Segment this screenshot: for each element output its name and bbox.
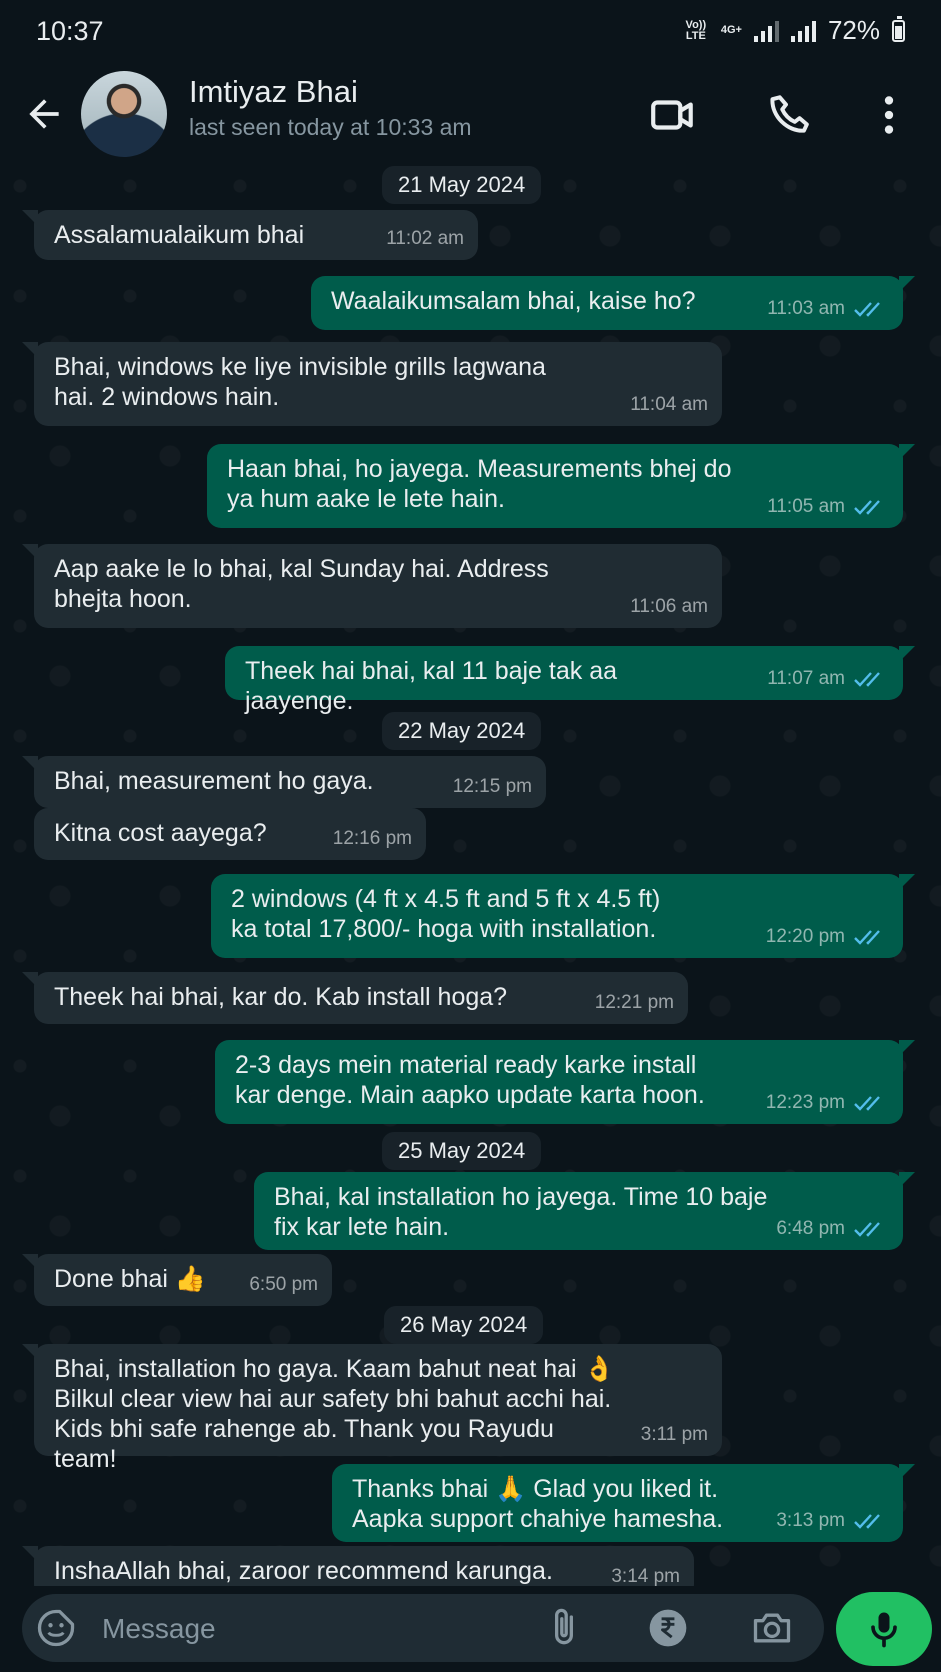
message-time: 12:15 pm xyxy=(452,776,532,797)
message-meta: 6:48 pm xyxy=(776,1214,889,1244)
double-tick-icon xyxy=(854,302,880,317)
message-time: 11:06 am xyxy=(630,596,708,617)
message-outgoing[interactable]: Thanks bhai 🙏 Glad you liked it. Aapka s… xyxy=(332,1464,915,1542)
message-time: 6:50 pm xyxy=(249,1274,318,1295)
signal-icon xyxy=(753,20,779,42)
message-incoming[interactable]: Assalamualaikum bhai 11:02 am xyxy=(22,210,478,260)
status-bar: 10:37 Vo)) LTE 4G+ 72% xyxy=(0,0,941,62)
composer-bar xyxy=(0,1586,941,1672)
double-tick-icon xyxy=(854,500,880,515)
date-chip: 21 May 2024 xyxy=(382,166,542,204)
double-tick-icon xyxy=(854,930,880,945)
message-box[interactable] xyxy=(22,1594,824,1662)
message-meta: 12:21 pm xyxy=(595,988,674,1018)
message-incoming[interactable]: Bhai, installation ho gaya. Kaam bahut n… xyxy=(22,1344,722,1473)
message-time: 12:21 pm xyxy=(594,992,674,1013)
phone-icon[interactable] xyxy=(766,90,816,140)
contact-name[interactable]: Imtiyaz Bhai xyxy=(189,74,358,110)
message-meta: 11:04 am xyxy=(630,390,708,420)
message-meta: 12:15 pm xyxy=(453,772,532,802)
message-meta: 11:02 am xyxy=(386,224,464,254)
last-seen-status: last seen today at 10:33 am xyxy=(189,114,472,140)
date-chip: 22 May 2024 xyxy=(382,712,542,750)
battery-percent: 72% xyxy=(827,15,880,45)
mic-button[interactable] xyxy=(836,1592,932,1666)
double-tick-icon xyxy=(854,1096,880,1111)
message-text: Aap aake le lo bhai, kal Sunday hai. Add… xyxy=(54,555,549,613)
date-chip: 25 May 2024 xyxy=(382,1132,542,1170)
message-time: 11:04 am xyxy=(630,394,708,415)
message-outgoing[interactable]: 2 windows (4 ft x 4.5 ft and 5 ft x 4.5 … xyxy=(211,874,915,958)
rupee-icon[interactable] xyxy=(646,1606,690,1650)
status-icons: Vo)) LTE 4G+ 72% xyxy=(683,15,905,46)
more-options-icon[interactable] xyxy=(864,90,914,140)
message-meta: 12:23 pm xyxy=(766,1088,889,1118)
message-incoming[interactable]: Kitna cost aayega? 12:16 pm xyxy=(34,808,426,860)
chat-area[interactable]: 21 May 2024 Assalamualaikum bhai 11:02 a… xyxy=(0,166,941,1586)
mic-icon xyxy=(871,1612,897,1648)
message-time: 12:20 pm xyxy=(765,926,845,947)
message-time: 11:03 am xyxy=(767,298,845,319)
status-time: 10:37 xyxy=(36,16,104,46)
message-incoming[interactable]: InshaAllah bhai, zaroor recommend karung… xyxy=(22,1546,694,1586)
message-incoming[interactable]: Theek hai bhai, kar do. Kab install hoga… xyxy=(22,972,688,1024)
message-text: InshaAllah bhai, zaroor recommend karung… xyxy=(54,1557,553,1585)
message-input[interactable] xyxy=(100,1608,524,1650)
message-outgoing[interactable]: Haan bhai, ho jayega. Measurements bhej … xyxy=(207,444,915,528)
message-incoming[interactable]: Bhai, measurement ho gaya. 12:15 pm xyxy=(22,756,546,808)
network-type: 4G+ xyxy=(720,24,742,36)
message-time: 6:48 pm xyxy=(776,1218,845,1239)
message-incoming[interactable]: Bhai, windows ke liye invisible grills l… xyxy=(22,342,722,426)
message-meta: 6:50 pm xyxy=(249,1270,318,1300)
double-tick-icon xyxy=(854,1222,880,1237)
emoji-icon[interactable] xyxy=(34,1606,78,1650)
back-arrow-icon[interactable] xyxy=(22,92,66,136)
double-tick-icon xyxy=(854,1514,880,1529)
message-meta: 3:14 pm xyxy=(611,1562,680,1586)
message-outgoing[interactable]: Waalaikumsalam bhai, kaise ho? 11:03 am xyxy=(311,276,915,330)
message-time: 3:13 pm xyxy=(776,1510,845,1531)
message-time: 11:02 am xyxy=(386,228,464,249)
message-outgoing[interactable]: Theek hai bhai, kal 11 baje tak aa jaaye… xyxy=(225,646,915,715)
message-text: Theek hai bhai, kal 11 baje tak aa jaaye… xyxy=(245,657,618,715)
video-call-icon[interactable] xyxy=(648,90,698,140)
message-meta: 12:16 pm xyxy=(333,824,412,854)
message-meta: 11:07 am xyxy=(767,664,889,694)
message-outgoing[interactable]: 2-3 days mein material ready karke insta… xyxy=(215,1040,915,1124)
message-incoming[interactable]: Done bhai 👍 6:50 pm xyxy=(22,1254,332,1306)
message-meta: 3:13 pm xyxy=(776,1506,889,1536)
attach-icon[interactable] xyxy=(542,1606,586,1650)
message-meta: 3:11 pm xyxy=(641,1420,708,1450)
avatar[interactable] xyxy=(81,71,167,157)
message-meta: 12:20 pm xyxy=(766,922,889,952)
message-time: 11:07 am xyxy=(767,668,845,689)
battery-icon xyxy=(892,15,905,42)
message-time: 12:16 pm xyxy=(332,828,412,849)
message-time: 3:14 pm xyxy=(611,1566,680,1586)
message-meta: 11:05 am xyxy=(767,492,889,522)
message-time: 3:11 pm xyxy=(640,1424,708,1445)
signal-icon xyxy=(790,20,816,42)
message-text: Theek hai bhai, kar do. Kab install hoga… xyxy=(54,983,508,1011)
camera-icon[interactable] xyxy=(750,1606,794,1650)
date-chip: 26 May 2024 xyxy=(384,1306,544,1344)
message-meta: 11:06 am xyxy=(630,592,708,622)
volte-indicator: Vo)) LTE xyxy=(685,18,707,42)
double-tick-icon xyxy=(854,672,880,687)
message-time: 11:05 am xyxy=(767,496,845,517)
message-incoming[interactable]: Aap aake le lo bhai, kal Sunday hai. Add… xyxy=(22,544,722,628)
message-meta: 11:03 am xyxy=(767,294,889,324)
message-outgoing[interactable]: Bhai, kal installation ho jayega. Time 1… xyxy=(254,1172,915,1250)
chat-header: Imtiyaz Bhai last seen today at 10:33 am xyxy=(0,62,941,166)
message-time: 12:23 pm xyxy=(765,1092,845,1113)
message-text: Bhai, installation ho gaya. Kaam bahut n… xyxy=(54,1355,615,1473)
message-text: Bhai, windows ke liye invisible grills l… xyxy=(54,353,546,411)
